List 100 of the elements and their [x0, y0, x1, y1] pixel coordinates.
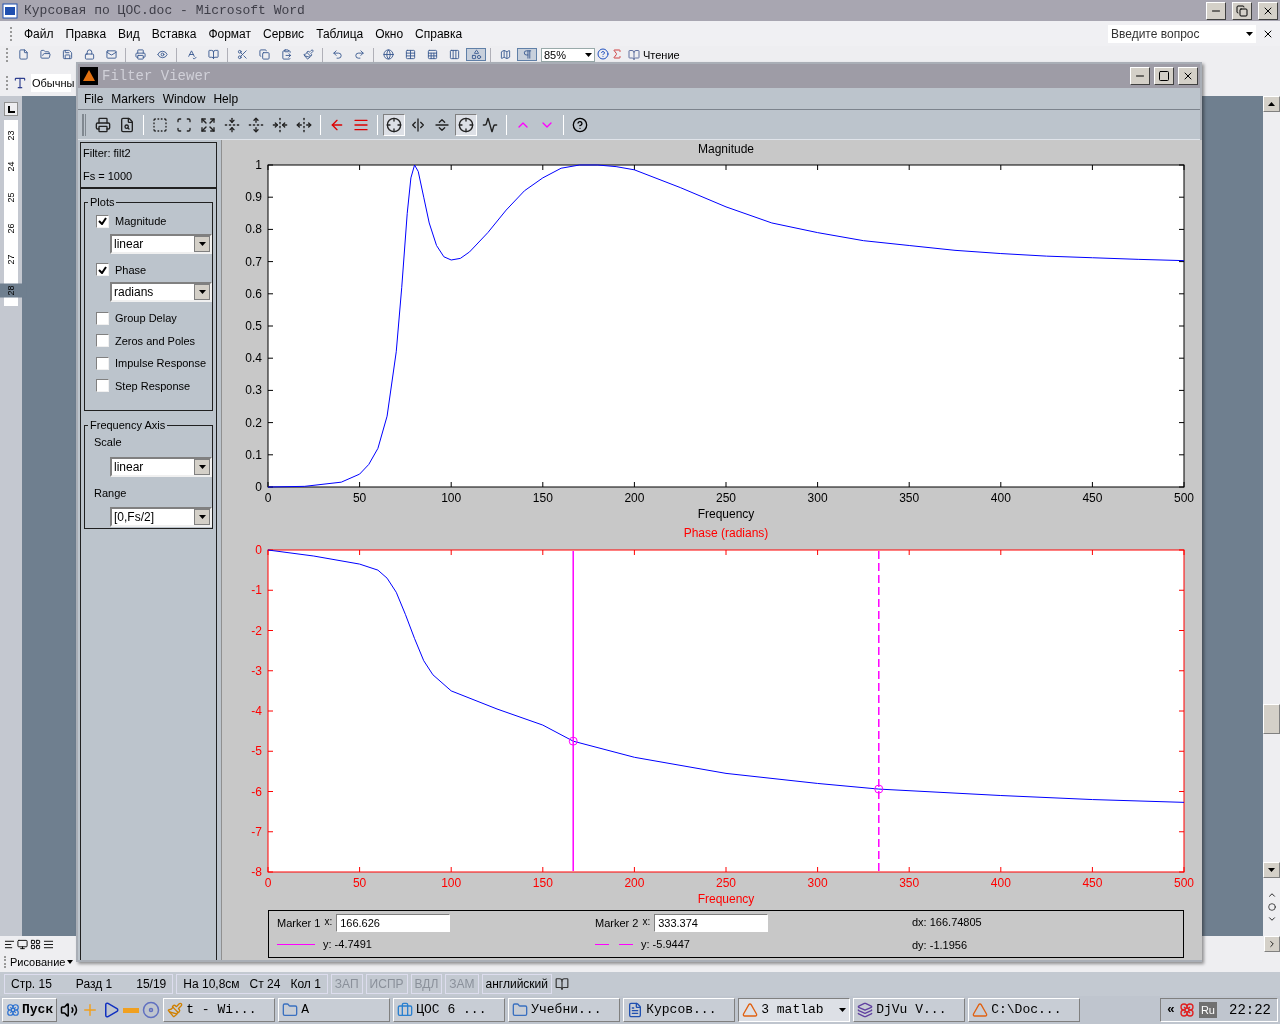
- taskbar-button[interactable]: ЦОС 6 ...: [393, 998, 506, 1022]
- checkbox-label: Phase: [115, 262, 147, 278]
- scale-select[interactable]: linear: [110, 233, 212, 254]
- taskbar-label: t - Wi...: [186, 1001, 258, 1020]
- caret-icon: [1246, 31, 1253, 36]
- tick-label: 50: [352, 876, 367, 890]
- tick-label: 250: [716, 876, 736, 890]
- toolbar-button[interactable]: [455, 113, 477, 136]
- tray-expand-button[interactable]: «: [1167, 1000, 1175, 1020]
- checkbox[interactable]: [96, 214, 109, 228]
- web-view-icon: [17, 938, 28, 950]
- tick-label: 0: [255, 480, 262, 494]
- maximize-button[interactable]: [1154, 67, 1174, 85]
- flower-icon: [1178, 1002, 1195, 1018]
- pulse-icon: [482, 116, 498, 133]
- taskbar-label: Учебни...: [531, 1001, 603, 1020]
- menu-item[interactable]: Window: [158, 89, 210, 108]
- taskbar-button[interactable]: t - Wi...: [163, 998, 276, 1022]
- filter-name: Filter: filt2: [83, 146, 132, 161]
- brush-icon: [302, 49, 314, 60]
- minimize-button[interactable]: [1206, 1, 1226, 20]
- checkbox[interactable]: [96, 356, 109, 370]
- dropdown-arrow-button[interactable]: [194, 284, 210, 300]
- checkbox[interactable]: [96, 334, 109, 348]
- circle-icon: [1267, 903, 1276, 911]
- range-select[interactable]: [0,Fs/2]: [110, 507, 212, 527]
- language-indicator: английский: [481, 974, 552, 994]
- close-button[interactable]: [1178, 67, 1198, 85]
- help-search-field[interactable]: Введите вопрос: [1108, 24, 1256, 43]
- checkbox[interactable]: [96, 379, 109, 393]
- menu-item[interactable]: Окно: [369, 24, 410, 43]
- menu-item[interactable]: Правка: [59, 24, 113, 43]
- checkbox[interactable]: [96, 311, 109, 325]
- tab-stop-button[interactable]: [4, 102, 18, 116]
- marker-y-value: y: -5.9447: [641, 937, 690, 952]
- restore-button[interactable]: [1232, 1, 1252, 20]
- expand-icon: [200, 116, 216, 133]
- ruler-number: 26: [4, 222, 17, 236]
- scroll-right-button[interactable]: [1264, 936, 1280, 952]
- restore-icon: [1236, 4, 1248, 17]
- taskbar-label: C:\Doc...: [991, 1001, 1063, 1020]
- start-button[interactable]: Пуск: [2, 998, 58, 1022]
- minimize-button[interactable]: [1130, 67, 1150, 85]
- scale-select[interactable]: radians: [110, 282, 212, 302]
- status-text: Кол 1: [290, 976, 321, 993]
- unfold-vertical-icon: [248, 116, 264, 133]
- map-icon: [499, 49, 511, 60]
- mode-indicator: ЗАП: [330, 974, 363, 994]
- menu-item[interactable]: Сервис: [257, 24, 311, 43]
- taskbar-button[interactable]: Учебни...: [508, 998, 621, 1022]
- window-title: Курсовая по ЦОС.doc - Microsoft Word: [24, 1, 306, 20]
- menu-item[interactable]: Help: [209, 89, 243, 108]
- dropdown-arrow-button[interactable]: [194, 509, 210, 525]
- taskbar-label: А: [301, 1001, 311, 1020]
- zoom-select[interactable]: 85%: [541, 48, 595, 62]
- taskbar-button[interactable]: 3 matlab: [738, 998, 851, 1022]
- ruler-number: 27: [4, 253, 17, 267]
- tick-label: 350: [899, 491, 920, 505]
- horizontal-lines-icon: [434, 116, 450, 133]
- select-value: linear: [113, 460, 145, 473]
- scroll-thumb[interactable]: [1263, 704, 1280, 734]
- undo-icon: [331, 49, 343, 60]
- marker-x-field[interactable]: 166.626: [336, 914, 451, 932]
- taskbar-button[interactable]: DjVu V...: [853, 998, 966, 1022]
- taskbar-label: Курсов...: [646, 1001, 718, 1020]
- dropdown-arrow-button[interactable]: [194, 458, 210, 475]
- scroll-down-button[interactable]: [1263, 862, 1280, 878]
- axis-label: Frequency: [696, 506, 756, 523]
- taskbar-button[interactable]: А: [278, 998, 391, 1022]
- menu-item[interactable]: Вставка: [145, 24, 203, 43]
- close-button[interactable]: [1258, 1, 1278, 20]
- marker-x-field[interactable]: 333.374: [654, 914, 769, 932]
- ruler-number: 24: [4, 160, 17, 174]
- menu-item[interactable]: File: [80, 89, 108, 108]
- taskbar-button[interactable]: C:\Doc...: [968, 998, 1081, 1022]
- scroll-up-button[interactable]: [1263, 96, 1280, 112]
- spellcheck-icon: [185, 49, 197, 60]
- menu-item[interactable]: Вид: [112, 24, 146, 43]
- menu-item[interactable]: Таблица: [310, 24, 370, 43]
- drawing-menu-button[interactable]: Рисование: [10, 953, 74, 971]
- language-badge[interactable]: Ru: [1198, 1001, 1217, 1019]
- taskbar-button[interactable]: Курсов...: [623, 998, 736, 1022]
- mail-icon: [105, 49, 117, 60]
- scale-select[interactable]: linear: [110, 456, 212, 477]
- group-label: Plots: [88, 195, 117, 209]
- tick-label: -3: [251, 663, 262, 678]
- menu-item[interactable]: Формат: [202, 24, 258, 43]
- marker-line-swatch: [595, 942, 633, 946]
- menu-item[interactable]: Markers: [107, 89, 159, 108]
- spreadsheet-icon: [426, 49, 438, 60]
- menu-item[interactable]: Файл: [18, 24, 60, 43]
- triangle-icon: [972, 1002, 989, 1018]
- select-value: linear: [113, 237, 145, 250]
- dropdown-arrow-button[interactable]: [194, 235, 210, 252]
- reading-button[interactable]: Чтение: [625, 48, 683, 62]
- folder-icon: [39, 49, 51, 60]
- toolbar-button[interactable]: [383, 113, 405, 136]
- fold-vertical-icon: [224, 116, 240, 133]
- checkbox[interactable]: [96, 263, 109, 277]
- menu-item[interactable]: Справка: [409, 24, 469, 43]
